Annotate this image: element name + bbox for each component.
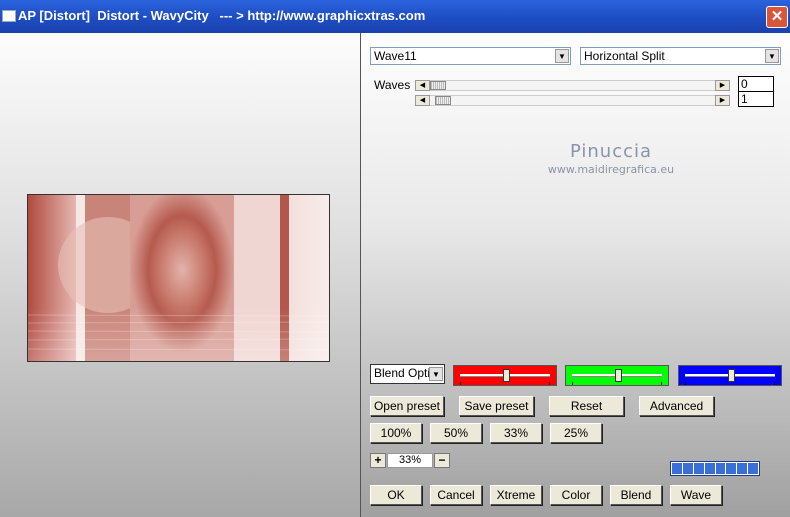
scroll-left-icon[interactable]: ◀ [415,80,430,91]
tick [661,382,662,385]
ok-button[interactable]: OK [370,485,422,505]
zoom-out-button[interactable]: − [434,453,450,468]
title-bar: AP [Distort] Distort - WavyCity --- > ht… [0,0,790,33]
tick [774,382,775,385]
advanced-button[interactable]: Advanced [639,396,714,416]
zoom-33-button[interactable]: 33% [490,423,542,443]
app-icon [2,10,16,22]
window-title: AP [Distort] Distort - WavyCity --- > ht… [18,8,426,23]
color-button[interactable]: Color [550,485,602,505]
dropdown-arrow-icon[interactable]: ▼ [555,49,569,63]
preview-artwork [28,195,329,361]
effect-select[interactable]: Wave11 ▼ [370,47,571,65]
waves-value-1[interactable]: 0 [738,76,774,92]
effect-select-value: Wave11 [374,49,417,63]
reset-button[interactable]: Reset [549,396,624,416]
progress-bar [670,461,760,476]
slider-knob[interactable] [614,369,622,382]
waves-slider-2[interactable]: ◀ ▶ [415,95,730,106]
zoom-25-button[interactable]: 25% [550,423,602,443]
scroll-left-icon[interactable]: ◀ [415,95,430,106]
save-preset-button[interactable]: Save preset [459,396,534,416]
waves-label: Waves [374,78,411,92]
tick [460,382,461,385]
scroll-right-icon[interactable]: ▶ [715,80,730,91]
mode-select-value: Horizontal Split [584,49,665,63]
blend-select-value: Blend Optio [374,366,437,380]
blue-channel-slider[interactable] [678,365,782,386]
blend-select[interactable]: Blend Optio ▼ [370,364,445,384]
waves-value-2[interactable]: 1 [738,91,774,107]
blend-button[interactable]: Blend [610,485,662,505]
zoom-50-button[interactable]: 50% [430,423,482,443]
xtreme-button[interactable]: Xtreme [490,485,542,505]
watermark-name: Pinuccia [569,141,653,162]
preview-pane [0,33,361,517]
zoom-value: 33% [387,453,433,468]
open-preset-button[interactable]: Open preset [370,396,444,416]
controls-pane: Wave11 ▼ Horizontal Split ▼ Waves ◀ ▶ 0 … [361,33,790,517]
slider-thumb[interactable] [435,96,452,105]
green-channel-slider[interactable] [565,365,669,386]
wave-button[interactable]: Wave [670,485,722,505]
tick [549,382,550,385]
dropdown-arrow-icon[interactable]: ▼ [429,367,443,381]
close-button[interactable]: ✕ [766,6,788,28]
scroll-right-icon[interactable]: ▶ [715,95,730,106]
cancel-button[interactable]: Cancel [430,485,482,505]
tick [572,382,573,385]
slider-thumb[interactable] [430,81,446,90]
zoom-100-button[interactable]: 100% [370,423,422,443]
preview-image[interactable] [27,194,330,362]
watermark-url: www.maidiregrafica.eu [547,163,675,176]
zoom-in-button[interactable]: + [370,453,386,468]
red-channel-slider[interactable] [453,365,557,386]
dropdown-arrow-icon[interactable]: ▼ [765,49,779,63]
slider-knob[interactable] [502,369,510,382]
waves-slider-1[interactable]: ◀ ▶ [415,80,730,91]
slider-knob[interactable] [727,369,735,382]
mode-select[interactable]: Horizontal Split ▼ [580,47,781,65]
tick [685,382,686,385]
